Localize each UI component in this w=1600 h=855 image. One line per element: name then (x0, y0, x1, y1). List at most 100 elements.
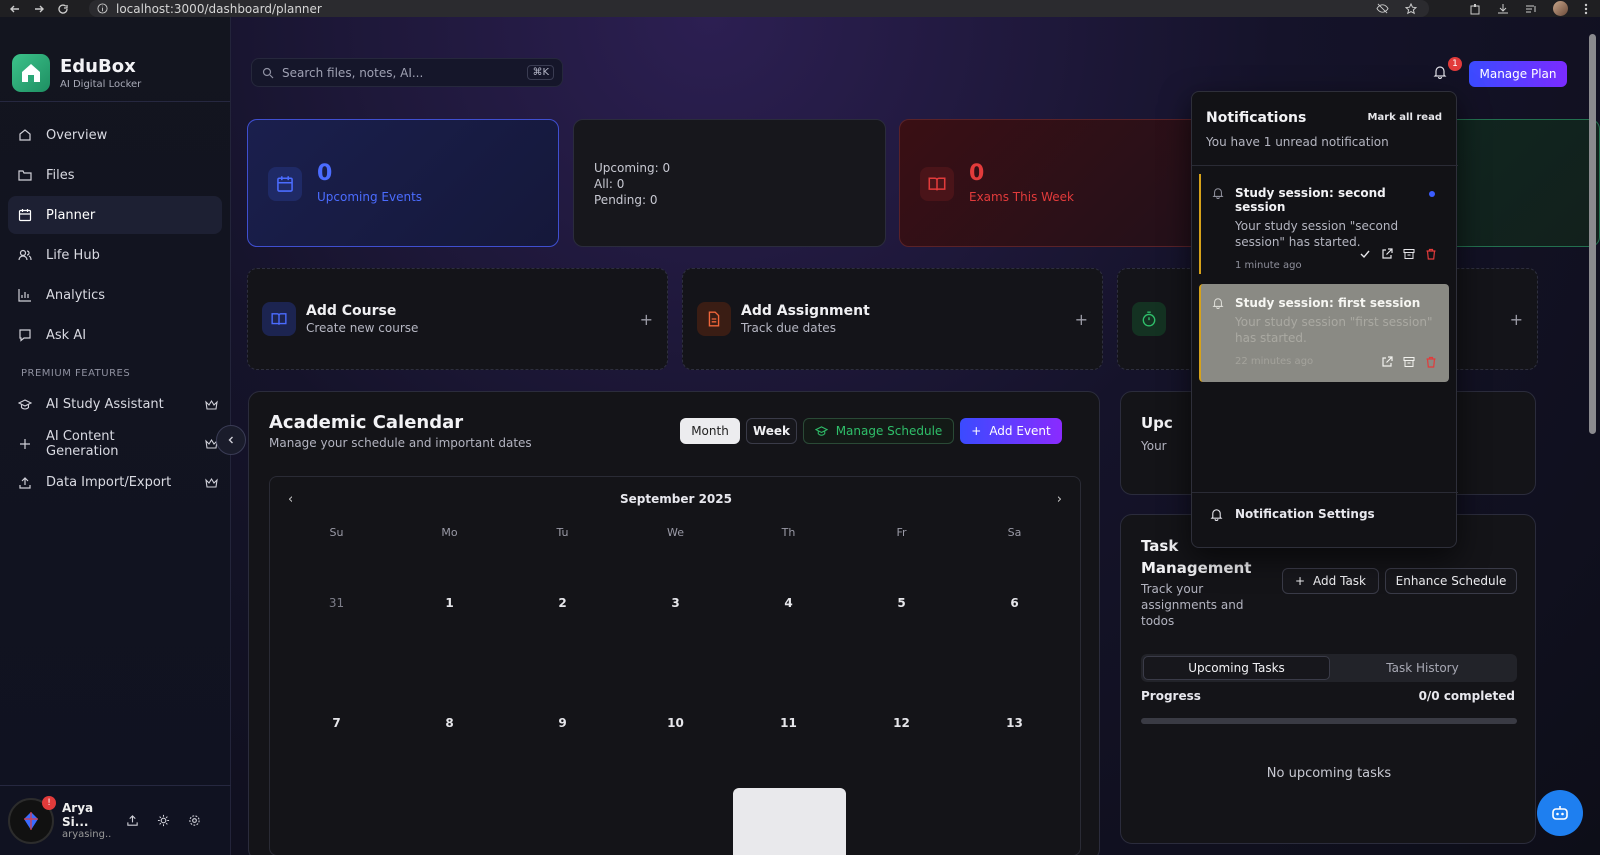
academic-calendar-card: Academic Calendar Manage your schedule a… (248, 391, 1100, 855)
sidebar-collapse-button[interactable] (216, 425, 246, 455)
calendar-day[interactable]: 5 (845, 596, 958, 610)
user-email: aryasing... (62, 829, 112, 840)
plus-icon: + (639, 310, 653, 329)
extensions-icon[interactable] (1469, 3, 1481, 15)
tab-task-history[interactable]: Task History (1330, 656, 1515, 680)
calendar-day[interactable]: 9 (506, 716, 619, 730)
calendar-day[interactable]: 13 (958, 716, 1071, 730)
weekday-label: Su (329, 526, 344, 539)
sidebar-item-label: Life Hub (46, 247, 100, 263)
url-text: localhost:3000/dashboard/planner (116, 1, 322, 16)
today-cell[interactable] (733, 788, 846, 855)
tab-upcoming-tasks[interactable]: Upcoming Tasks (1143, 656, 1330, 680)
bell-icon (1212, 187, 1224, 199)
notification-body: Your study session "second session" has … (1235, 219, 1399, 249)
upload-icon (18, 476, 32, 490)
sidebar-item-label: Analytics (46, 287, 106, 303)
sun-icon[interactable] (157, 814, 170, 827)
sidebar-item-ask-ai[interactable]: Ask AI (8, 316, 222, 354)
download-icon[interactable] (1497, 3, 1509, 15)
exams-card[interactable]: 0 Exams This Week (899, 119, 1211, 247)
sidebar-item-planner[interactable]: Planner (8, 196, 222, 234)
month-view-button[interactable]: Month (680, 418, 740, 444)
calendar-day[interactable]: 1 (393, 596, 506, 610)
eye-off-icon[interactable] (1376, 3, 1389, 14)
calendar-day[interactable]: 7 (280, 716, 393, 730)
back-arrow-icon[interactable] (9, 3, 21, 15)
sidebar-item-data-import-export[interactable]: Data Import/Export (0, 463, 230, 502)
more-vertical-icon[interactable] (1584, 3, 1588, 15)
settings-gear-icon[interactable] (188, 814, 201, 827)
external-link-icon[interactable] (1381, 248, 1393, 260)
manage-schedule-button[interactable]: Manage Schedule (803, 418, 954, 444)
sidebar-item-ai-content-generation[interactable]: AI Content Generation (0, 424, 230, 463)
notification-body: Your study session "first session" has s… (1235, 315, 1433, 345)
sidebar-item-files[interactable]: Files (8, 156, 222, 194)
archive-icon[interactable] (1403, 356, 1415, 368)
plus-icon: + (1509, 310, 1523, 329)
star-icon[interactable] (1405, 2, 1417, 15)
archive-icon[interactable] (1403, 248, 1415, 260)
search-input[interactable]: Search files, notes, AI... (282, 66, 423, 80)
search-bar[interactable]: Search files, notes, AI... ⌘K (251, 58, 563, 87)
calendar-icon (18, 208, 32, 222)
sidebar-item-label: Planner (46, 207, 96, 223)
calendar-day[interactable]: 2 (506, 596, 619, 610)
profile-avatar[interactable] (1553, 1, 1568, 16)
nav-list: Overview Files Planner Life Hub Analytic… (0, 102, 230, 354)
user-avatar[interactable]: ! (8, 795, 56, 844)
calendar-day[interactable]: 10 (619, 716, 732, 730)
notification-bell-icon[interactable] (1433, 65, 1447, 79)
calendar-day[interactable]: 3 (619, 596, 732, 610)
document-icon (697, 302, 731, 336)
trash-icon[interactable] (1425, 356, 1437, 368)
site-info-icon[interactable] (97, 3, 108, 14)
next-month-icon[interactable]: › (1057, 492, 1062, 507)
calendar-day[interactable]: 11 (732, 716, 845, 730)
sidebar-item-ai-study-assistant[interactable]: AI Study Assistant (0, 385, 230, 424)
chart-icon (18, 288, 32, 302)
sidebar-item-label: AI Content Generation (46, 428, 119, 459)
calendar-day[interactable]: 31 (280, 596, 393, 610)
sidebar-item-label: Files (46, 167, 75, 183)
add-course-card[interactable]: Add Course Create new course + (247, 268, 668, 370)
browser-toolbar: localhost:3000/dashboard/planner (0, 0, 1600, 17)
notifications-panel: Notifications Mark all read You have 1 u… (1191, 91, 1458, 548)
task-tabs: Upcoming Tasks Task History (1141, 654, 1517, 682)
calendar-day[interactable]: 12 (845, 716, 958, 730)
calendar-day[interactable]: 8 (393, 716, 506, 730)
page-scrollbar[interactable] (1589, 34, 1596, 434)
week-view-button[interactable]: Week (746, 418, 797, 444)
add-assignment-card[interactable]: Add Assignment Track due dates + (682, 268, 1103, 370)
mark-all-read-button[interactable]: Mark all read (1368, 112, 1442, 123)
trash-icon[interactable] (1425, 248, 1437, 260)
notifications-subtitle: You have 1 unread notification (1206, 135, 1389, 149)
plus-icon: + (971, 424, 982, 438)
sidebar-item-life-hub[interactable]: Life Hub (8, 236, 222, 274)
export-icon[interactable] (126, 814, 139, 827)
manage-plan-button[interactable]: Manage Plan (1469, 61, 1567, 87)
media-icon[interactable] (1525, 3, 1537, 15)
notification-settings-button[interactable]: Notification Settings (1210, 507, 1375, 521)
calendar-day[interactable]: 6 (958, 596, 1071, 610)
forward-arrow-icon[interactable] (33, 3, 45, 15)
sidebar-item-overview[interactable]: Overview (8, 116, 222, 154)
calendar-day[interactable]: 4 (732, 596, 845, 610)
upcoming-events-card[interactable]: 0 Upcoming Events (247, 119, 559, 247)
calendar-title: Academic Calendar (269, 412, 464, 433)
user-name: Arya Si... (62, 801, 94, 829)
enhance-schedule-button[interactable]: Enhance Schedule (1385, 568, 1517, 594)
sidebar-item-analytics[interactable]: Analytics (8, 276, 222, 314)
plus-icon (18, 437, 32, 451)
add-event-button[interactable]: + Add Event (960, 418, 1062, 444)
brand[interactable]: EduBox AI Digital Locker (0, 17, 230, 102)
notification-item[interactable]: Study session: first session Your study … (1199, 284, 1449, 382)
address-bar[interactable]: localhost:3000/dashboard/planner (89, 0, 1429, 17)
reload-icon[interactable] (57, 3, 69, 15)
external-link-icon[interactable] (1381, 356, 1393, 368)
chatbot-button[interactable] (1537, 790, 1583, 836)
logo-icon (12, 53, 50, 92)
notification-item[interactable]: Study session: second session Your study… (1199, 174, 1449, 274)
check-icon[interactable] (1359, 248, 1371, 260)
add-task-button[interactable]: + Add Task (1282, 568, 1379, 594)
